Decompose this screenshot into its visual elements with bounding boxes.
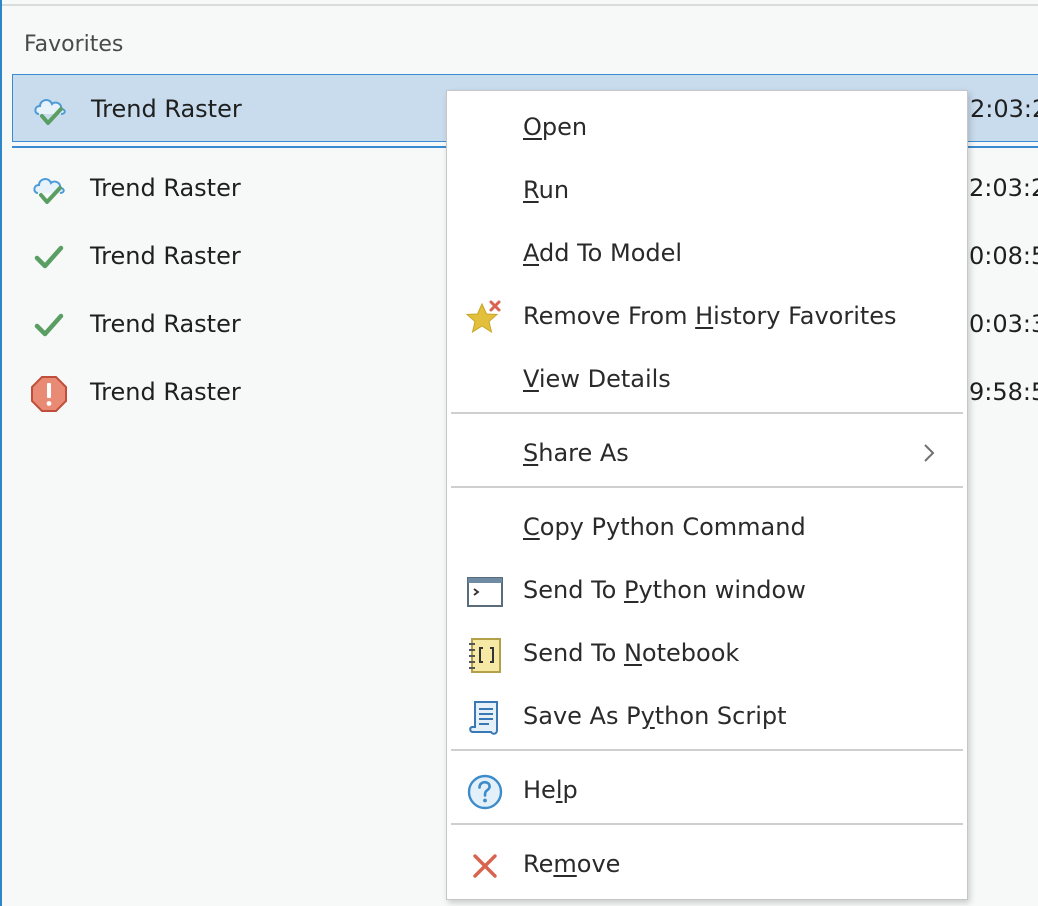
menu-item-help[interactable]: Help [447,762,967,818]
menu-item-label: Send To Notebook [523,639,740,667]
python-script-icon [469,701,498,735]
menu-item-send-to-python-window[interactable]: Send To Python window [447,562,967,618]
menu-item-label: Add To Model [523,239,683,267]
menu-item-label: Save As Python Script [523,702,787,730]
menu-separator [451,749,963,751]
row-tool-name: Trend Raster [91,95,242,123]
row-time: 0:03:3 [969,310,1038,338]
check-icon [34,313,64,337]
notebook-icon [469,638,501,673]
remove-x-icon [473,854,497,878]
menu-item-share-as[interactable]: Share As [447,425,967,481]
menu-item-send-to-notebook[interactable]: Send To Notebook [447,625,967,681]
menu-item-label: Share As [523,439,629,467]
menu-item-run[interactable]: Run [447,162,967,218]
menu-item-label: Remove From History Favorites [523,302,897,330]
menu-item-open[interactable]: Open [447,99,967,155]
menu-item-label: Help [523,776,578,804]
row-tool-name: Trend Raster [90,174,241,202]
menu-item-label: Remove [523,850,621,878]
menu-item-add-to-model[interactable]: Add To Model [447,225,967,281]
menu-item-label: Copy Python Command [523,513,806,541]
row-time: 9:58:5 [969,378,1038,406]
error-octagon-icon [31,376,67,412]
context-menu: Open Run Add To Model Remove From Histor… [446,90,968,900]
menu-item-label: View Details [523,365,671,393]
cloud-check-icon [33,178,65,204]
cloud-check-icon [34,99,66,125]
menu-item-label: Open [523,113,588,141]
row-tool-name: Trend Raster [90,310,241,338]
python-window-icon [467,577,503,607]
menu-item-label: Run [523,176,570,204]
check-icon [34,245,64,269]
menu-item-label: Send To Python window [523,576,806,604]
star-remove-icon [465,300,501,334]
row-tool-name: Trend Raster [90,378,241,406]
menu-item-view-details[interactable]: View Details [447,351,967,407]
row-time: 2:03:2 [970,95,1038,123]
row-time: 2:03:2 [969,174,1038,202]
menu-separator [451,412,963,414]
help-icon [467,774,503,810]
menu-item-remove[interactable]: Remove [447,836,967,892]
menu-item-copy-python-command[interactable]: Copy Python Command [447,499,967,555]
panel-left-border [0,0,2,906]
row-tool-name: Trend Raster [90,242,241,270]
menu-item-save-as-python-script[interactable]: Save As Python Script [447,688,967,744]
menu-separator [451,486,963,488]
menu-item-remove-from-history-favorites[interactable]: Remove From History Favorites [447,288,967,344]
chevron-right-icon [924,444,935,462]
menu-separator [451,823,963,825]
top-divider [0,4,1038,6]
row-time: 0:08:5 [969,242,1038,270]
favorites-section-label: Favorites [24,32,124,57]
